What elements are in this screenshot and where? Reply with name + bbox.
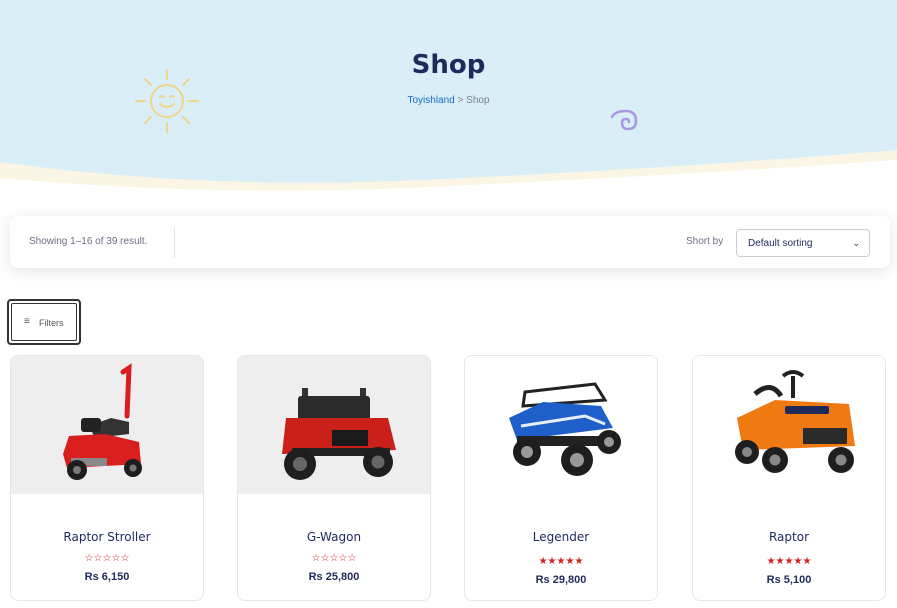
- rating-stars: ☆☆☆☆☆: [84, 553, 130, 564]
- product-name[interactable]: G-Wagon: [238, 530, 430, 544]
- spiral-icon: [610, 109, 638, 131]
- product-price: Rs 5,100: [766, 574, 812, 586]
- product-name[interactable]: Raptor: [693, 530, 885, 544]
- sort-label: Short by: [686, 236, 724, 247]
- product-card[interactable]: G-Wagon ☆☆☆☆☆ Rs 25,800: [237, 355, 431, 601]
- rating-stars: ★★★★★: [538, 556, 584, 567]
- ride-on-jeep-icon: [282, 388, 396, 480]
- filters-button[interactable]: ≡ Filters: [7, 299, 81, 345]
- toolbar-divider: [174, 228, 175, 258]
- filters-button-label: Filters: [39, 318, 64, 328]
- rating-stars: ★★★★★: [766, 556, 812, 567]
- product-card[interactable]: Raptor Stroller ☆☆☆☆☆ Rs 6,150: [10, 355, 204, 601]
- product-image[interactable]: [11, 356, 203, 494]
- sort-select-value: Default sorting: [748, 238, 813, 249]
- product-image[interactable]: [693, 356, 885, 494]
- product-card[interactable]: Raptor ★★★★★ Rs 5,100: [692, 355, 886, 601]
- breadcrumb: Toyishland > Shop: [0, 95, 897, 106]
- product-price: Rs 6,150: [84, 571, 130, 583]
- police-ride-on-car-icon: [735, 370, 855, 473]
- result-count: Showing 1–16 of 39 result.: [29, 236, 148, 247]
- sort-select[interactable]: Default sorting ⌄: [736, 229, 870, 257]
- ride-on-buggy-icon: [509, 382, 621, 476]
- product-name[interactable]: Raptor Stroller: [11, 530, 203, 544]
- menu-lines-icon: ≡: [24, 316, 30, 327]
- page-header-banner: Shop Toyishland > Shop: [0, 0, 897, 200]
- chevron-down-icon: ⌄: [852, 238, 860, 248]
- breadcrumb-separator: >: [454, 95, 467, 106]
- product-price: Rs 29,800: [535, 574, 587, 586]
- product-name[interactable]: Legender: [465, 530, 657, 544]
- breadcrumb-home-link[interactable]: Toyishland: [407, 95, 454, 106]
- page-title: Shop: [411, 50, 486, 80]
- product-image[interactable]: [238, 356, 430, 494]
- breadcrumb-current: Shop: [466, 95, 490, 106]
- product-image[interactable]: [465, 356, 657, 494]
- ride-on-stroller-icon: [63, 363, 142, 480]
- shop-toolbar: Showing 1–16 of 39 result. Short by Defa…: [10, 216, 890, 268]
- rating-stars: ☆☆☆☆☆: [311, 553, 357, 564]
- product-price: Rs 25,800: [308, 571, 360, 583]
- product-card[interactable]: Legender ★★★★★ Rs 29,800: [464, 355, 658, 601]
- hero-wave-divider: [0, 150, 897, 200]
